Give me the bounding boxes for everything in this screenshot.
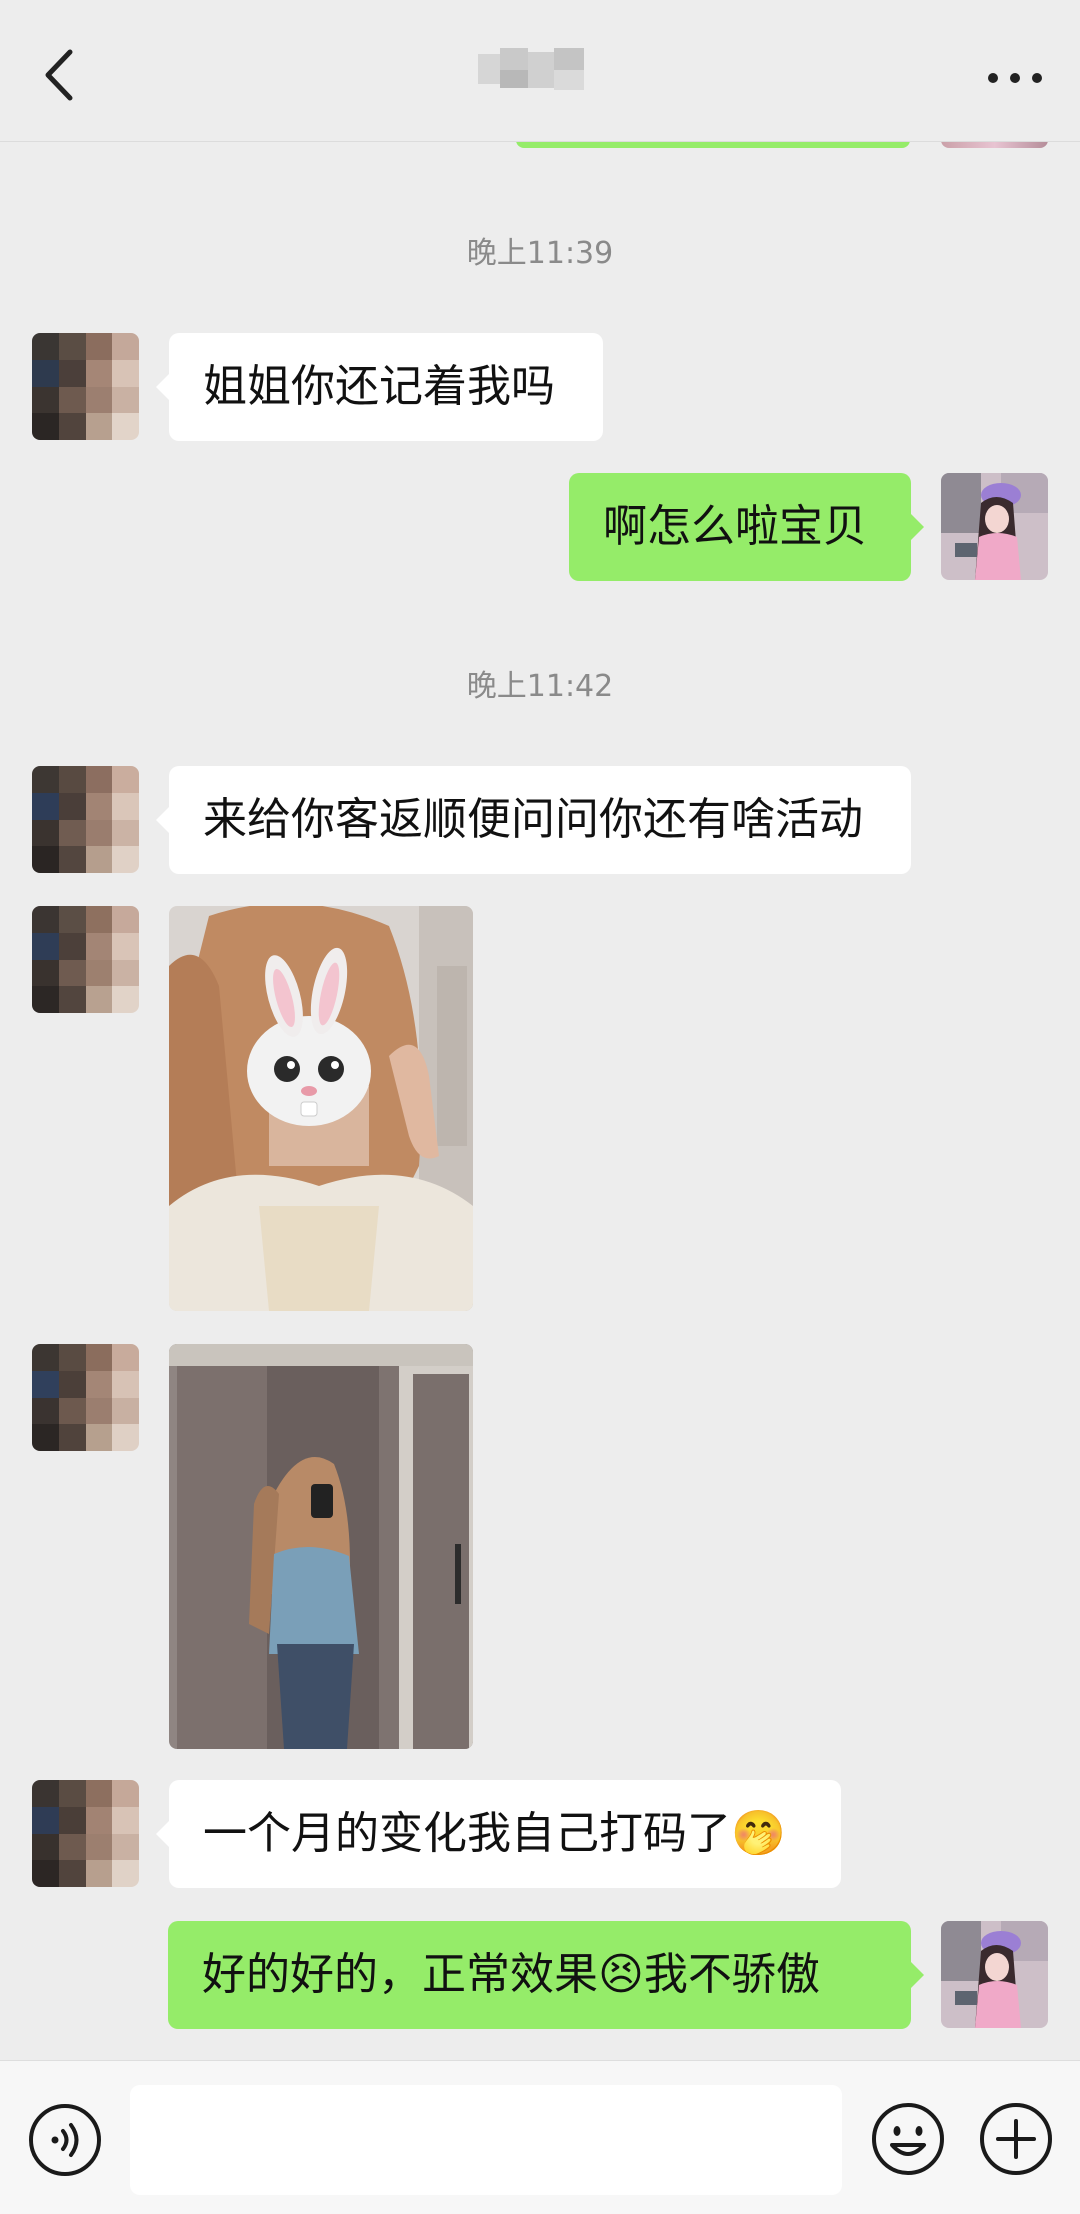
contact-avatar[interactable] [32, 1780, 139, 1887]
message-text: 啊怎么啦宝贝 [603, 501, 867, 552]
more-dots-icon [988, 73, 1042, 83]
message-bubble-incoming[interactable]: 来给你客返顺便问问你还有啥活动 [156, 766, 911, 874]
chat-image[interactable] [169, 906, 473, 1311]
my-avatar-image [941, 473, 1048, 580]
chat-header [0, 0, 1080, 142]
more-options-button[interactable] [984, 58, 1046, 98]
emoji-button[interactable] [870, 2101, 946, 2177]
message-text: 好的好的，正常效果😣我不骄傲 [202, 1949, 820, 2000]
plus-icon [980, 2103, 1052, 2175]
chat-image[interactable] [169, 1344, 473, 1749]
message-input[interactable] [130, 2085, 842, 2195]
chat-title-blurred [470, 48, 600, 94]
contact-avatar[interactable] [32, 906, 139, 1013]
timestamp: 晚上11:42 [466, 669, 614, 704]
message-bubble-incoming[interactable]: 一个月的变化我自己打码了🤭 [156, 1780, 841, 1888]
message-text: 一个月的变化我自己打码了🤭 [203, 1808, 786, 1859]
contact-avatar[interactable] [32, 1344, 139, 1451]
voice-icon [29, 2104, 101, 2176]
my-avatar[interactable] [941, 1921, 1048, 2028]
more-features-button[interactable] [978, 2101, 1054, 2177]
my-avatar-image [941, 1921, 1048, 2028]
contact-avatar[interactable] [32, 333, 139, 440]
timestamp: 晚上11:39 [466, 236, 614, 271]
photo-mirror-selfie [169, 1344, 473, 1749]
my-avatar[interactable] [941, 473, 1048, 580]
back-button[interactable] [34, 44, 86, 106]
message-text: 姐姐你还记着我吗 [203, 361, 555, 412]
emoji-icon [872, 2103, 944, 2175]
message-bubble-outgoing[interactable]: 啊怎么啦宝贝 [569, 473, 924, 581]
contact-avatar[interactable] [32, 766, 139, 873]
message-bubble-outgoing[interactable]: 好的好的，正常效果😣我不骄傲 [168, 1921, 924, 2029]
message-text: 来给你客返顺便问问你还有啥活动 [203, 794, 863, 845]
message-bubble-incoming[interactable]: 姐姐你还记着我吗 [156, 333, 603, 441]
photo-selfie-bunny [169, 906, 473, 1311]
input-bar [0, 2060, 1080, 2214]
voice-button[interactable] [28, 2103, 102, 2177]
chevron-left-icon [45, 49, 73, 101]
